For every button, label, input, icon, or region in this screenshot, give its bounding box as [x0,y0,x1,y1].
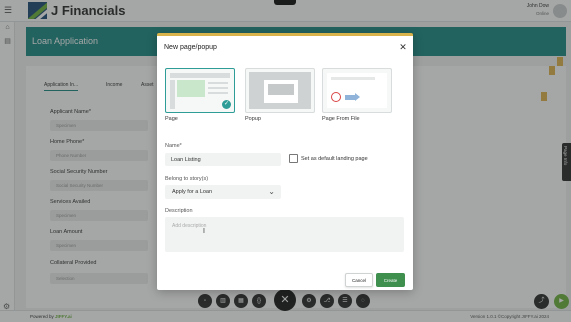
create-button[interactable]: Create [376,273,405,287]
page-thumbnail: ✓ [165,68,235,113]
description-label: Description [165,208,193,214]
dialog-title: New page/popup [164,44,217,51]
check-icon: ✓ [222,100,231,109]
default-landing-label: Set as default landing page [301,156,368,162]
text-cursor-icon: I [203,228,205,235]
new-page-dialog: New page/popup ✕ ✓ Page Popup Page From … [157,33,413,290]
name-input[interactable] [165,153,281,166]
page-from-file-thumbnail [322,68,392,113]
option-label: Page From File [322,116,360,122]
cancel-button[interactable]: Cancel [345,273,373,287]
chevron-down-icon: ⌄ [268,187,275,196]
option-label: Page [165,116,178,122]
option-page-from-file[interactable]: Page From File [322,68,392,122]
story-select[interactable]: Apply for a Loan ⌄ [165,185,281,199]
default-landing-checkbox[interactable] [289,154,298,163]
option-page[interactable]: ✓ Page [165,68,235,122]
story-label: Belong to story(s) [165,176,209,182]
description-textarea[interactable] [165,217,404,252]
close-icon[interactable]: ✕ [398,42,408,52]
option-popup[interactable]: Popup [245,68,315,122]
story-select-value: Apply for a Loan [172,189,213,195]
option-label: Popup [245,116,261,122]
name-label: Name* [165,143,182,149]
popup-thumbnail [245,68,315,113]
